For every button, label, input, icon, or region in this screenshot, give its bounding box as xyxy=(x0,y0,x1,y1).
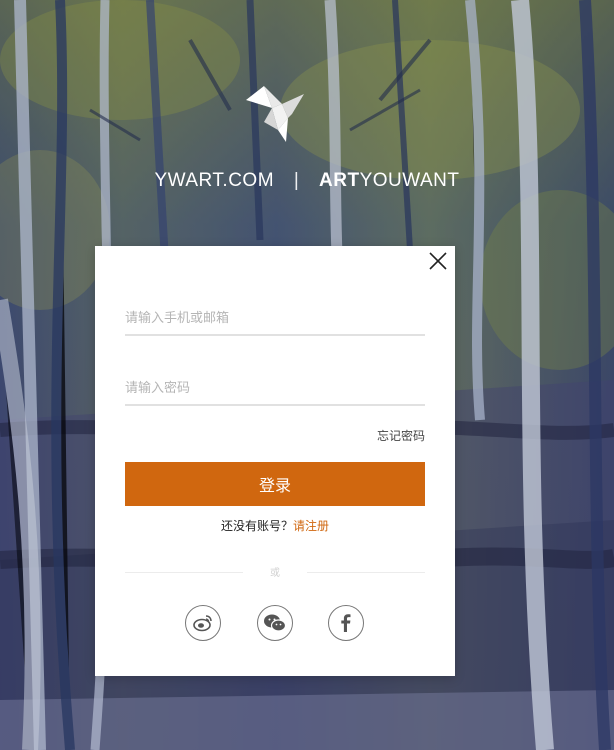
password-input[interactable] xyxy=(125,374,425,402)
brand-wordmark: YWART.COM | ARTYOUWANT xyxy=(0,170,614,192)
or-divider: 或 xyxy=(125,564,425,580)
forgot-password-link[interactable]: 忘记密码 xyxy=(377,427,425,444)
register-link[interactable]: 请注册 xyxy=(293,519,329,533)
tagline-art: ART xyxy=(319,170,360,191)
login-button[interactable]: 登录 xyxy=(125,462,425,506)
divider-line-right xyxy=(307,572,425,573)
weibo-icon xyxy=(193,615,212,632)
tagline-youwant: YOUWANT xyxy=(359,170,460,191)
password-field xyxy=(125,374,425,406)
login-dialog: 忘记密码 登录 还没有账号？请注册 或 xyxy=(95,246,455,676)
weibo-login-button[interactable] xyxy=(185,605,221,641)
facebook-icon xyxy=(341,614,351,632)
no-account-text: 还没有账号？ xyxy=(220,519,293,533)
brand-separator: | xyxy=(293,170,300,191)
wechat-icon xyxy=(264,614,287,632)
account-input[interactable] xyxy=(125,304,425,332)
account-field xyxy=(125,304,425,336)
wechat-login-button[interactable] xyxy=(257,605,293,641)
brand-header: YWART.COM | ARTYOUWANT xyxy=(0,0,614,230)
site-name: YWART.COM xyxy=(154,170,275,191)
register-prompt: 还没有账号？请注册 xyxy=(95,517,455,534)
close-icon xyxy=(429,252,447,270)
close-button[interactable] xyxy=(427,250,449,272)
origami-bird-logo-icon xyxy=(246,86,304,142)
facebook-login-button[interactable] xyxy=(328,605,364,641)
